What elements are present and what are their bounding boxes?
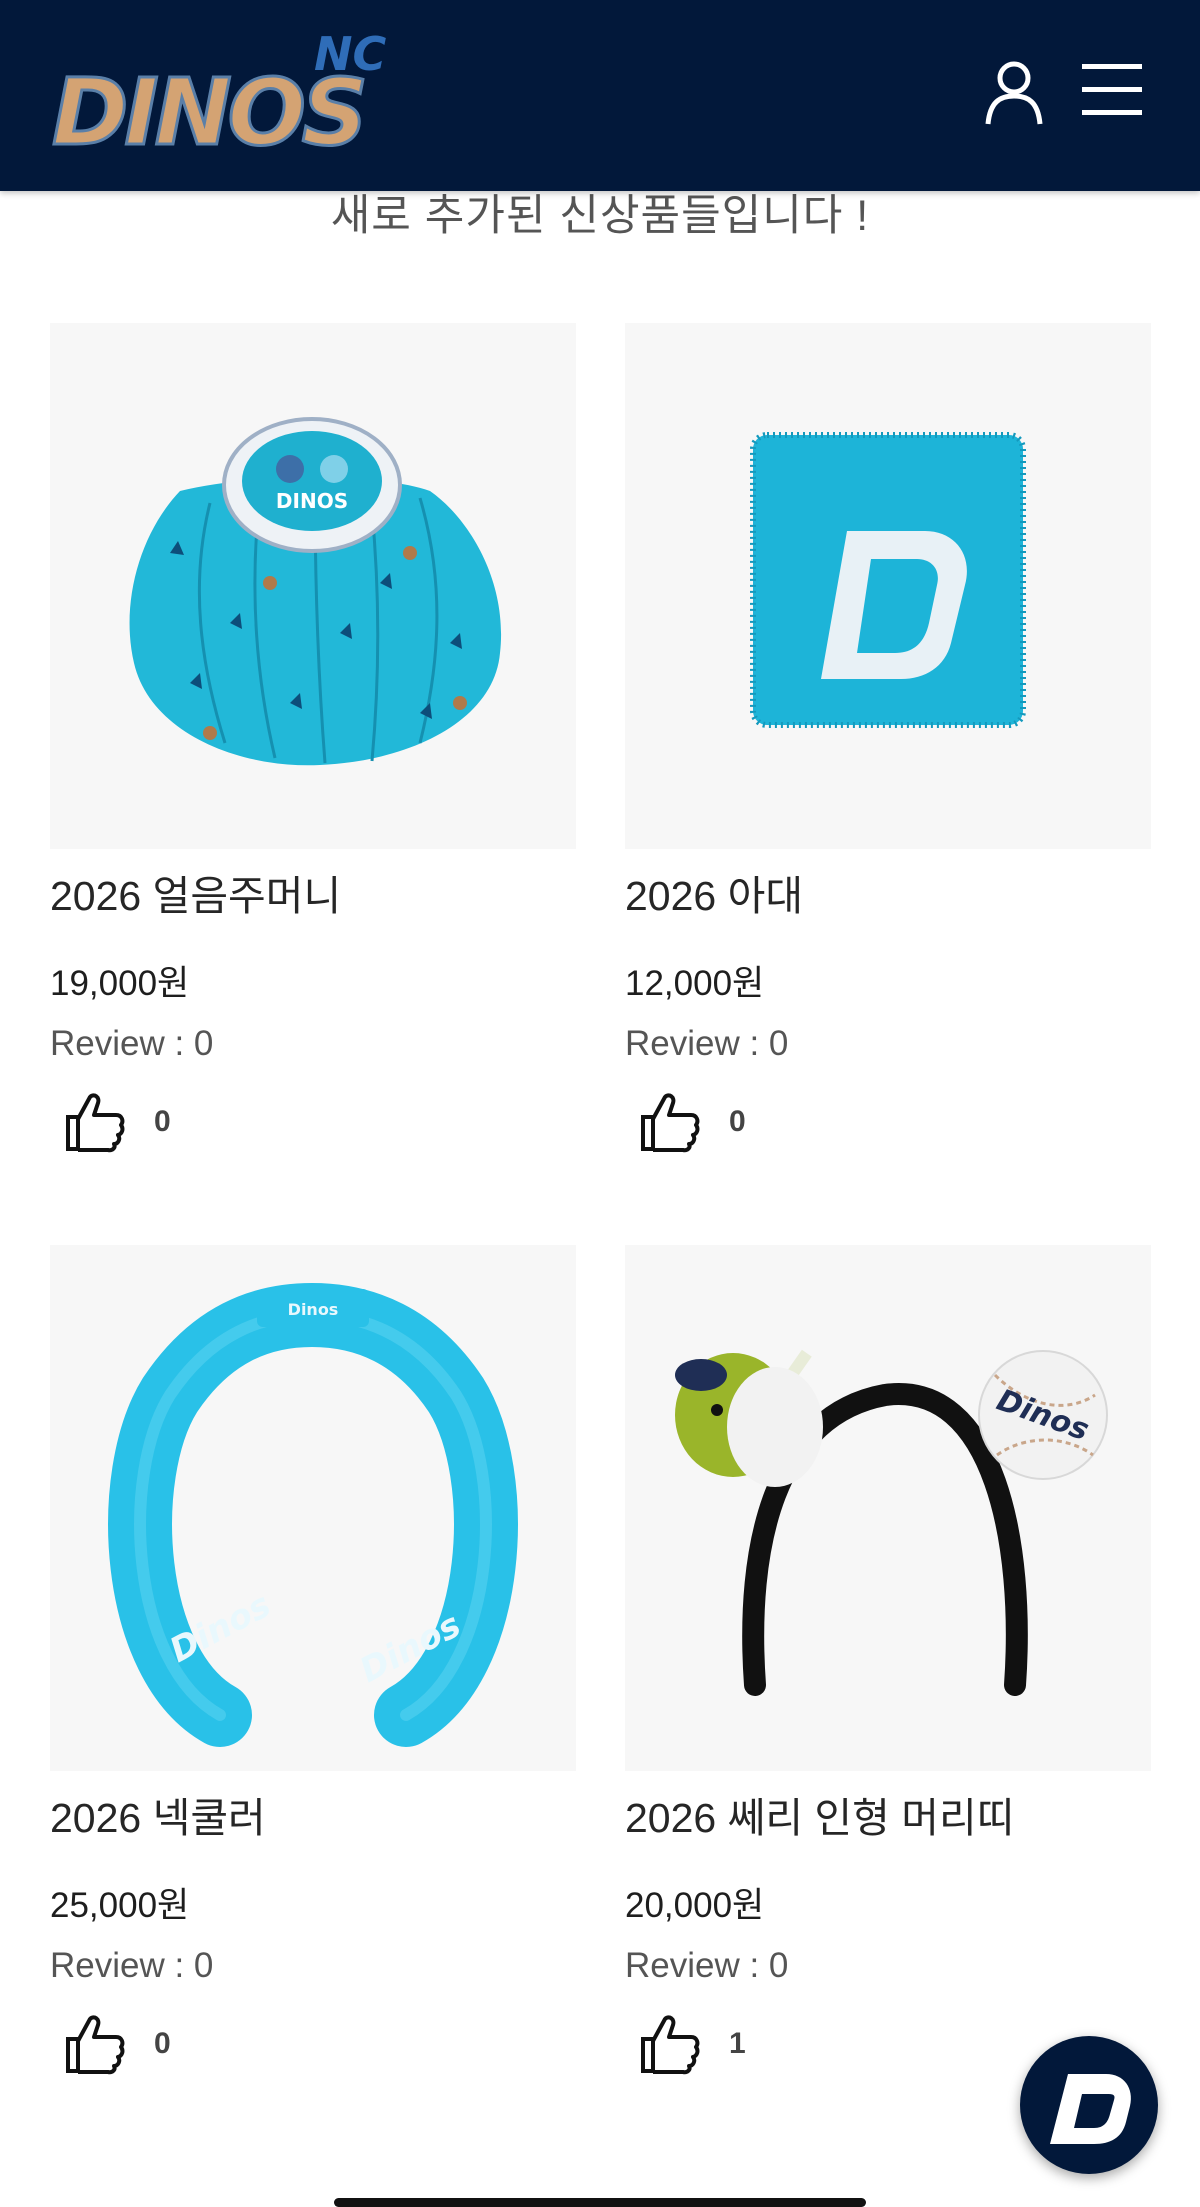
ice-bag-image[interactable]: DINOS — [50, 323, 576, 849]
wristband-image[interactable] — [625, 323, 1151, 849]
user-icon[interactable] — [984, 58, 1044, 128]
hamburger-menu-icon[interactable] — [1080, 60, 1144, 120]
neck-cooler-image[interactable]: Dinos Dinos Dinos — [50, 1245, 576, 1771]
product-name[interactable]: 2026 아대 — [625, 869, 1055, 923]
svg-text:Dinos: Dinos — [288, 1300, 339, 1319]
product-name[interactable]: 2026 얼음주머니 — [50, 869, 480, 923]
section-subtitle: 새로 추가된 신상품들입니다 ! — [330, 192, 870, 240]
thumbs-up-icon[interactable] — [639, 2013, 701, 2075]
thumbs-up-icon[interactable] — [64, 2013, 126, 2075]
dinos-d-icon[interactable] — [1020, 2036, 1158, 2174]
svg-text:DINOS: DINOS — [276, 489, 348, 513]
mascot-headband-image[interactable]: Dinos — [625, 1245, 1151, 1771]
product-card[interactable]: Dinos Dinos Dinos 2026 넥쿨러 25,000원 Revie… — [50, 1245, 576, 2075]
like-count: 1 — [729, 2027, 746, 2060]
review-count: Review : 0 — [625, 1024, 789, 1063]
text-fade-overlay — [1025, 1791, 1085, 1851]
product-card[interactable]: Dinos 2026 쎄리 인형 머리띠 20,000원 Review : 0 … — [625, 1245, 1151, 2075]
review-count: Review : 0 — [625, 1946, 789, 1985]
like-count: 0 — [154, 2027, 171, 2060]
product-price: 12,000원 — [625, 964, 765, 1003]
like-count: 0 — [729, 1105, 746, 1138]
thumbs-up-icon[interactable] — [64, 1091, 126, 1153]
logo-graphic: NC DINOS — [51, 27, 387, 156]
logo-dinos-text: DINOS — [52, 59, 364, 156]
product-name[interactable]: 2026 쎄리 인형 머리띠 — [625, 1791, 1055, 1845]
product-price: 25,000원 — [50, 1886, 190, 1925]
like-count: 0 — [154, 1105, 171, 1138]
product-price: 19,000원 — [50, 964, 190, 1003]
review-count: Review : 0 — [50, 1024, 214, 1063]
site-header: NC DINOS — [0, 0, 1200, 191]
home-indicator — [334, 2198, 866, 2207]
product-price: 20,000원 — [625, 1886, 765, 1925]
thumbs-up-icon[interactable] — [639, 1091, 701, 1153]
review-count: Review : 0 — [50, 1946, 214, 1985]
dinos-logo[interactable]: NC DINOS — [48, 26, 404, 156]
product-card[interactable]: 2026 아대 12,000원 Review : 0 0 — [625, 323, 1151, 1153]
product-name[interactable]: 2026 넥쿨러 — [50, 1791, 480, 1845]
product-card[interactable]: DINOS 2026 얼음주머니 19,000원 Review : 0 0 — [50, 323, 576, 1153]
